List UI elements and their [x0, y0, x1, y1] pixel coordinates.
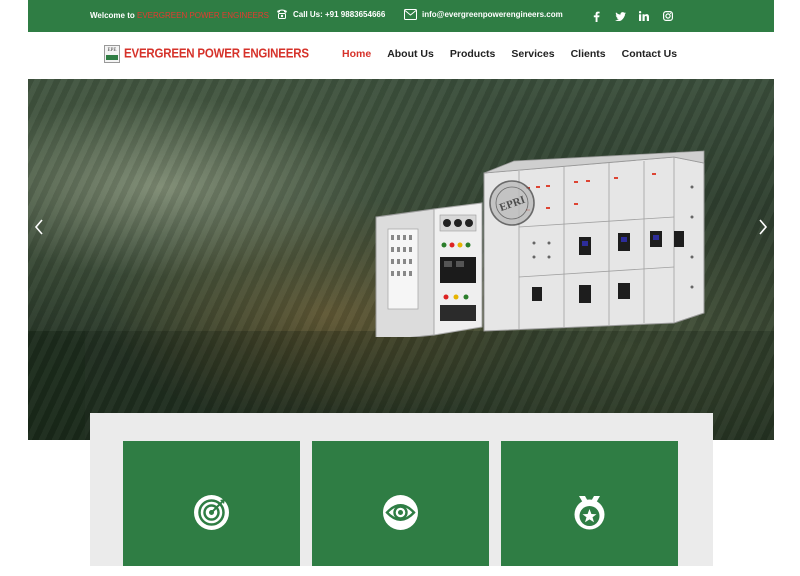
values-label: VALUES — [571, 566, 608, 576]
slider-prev-button[interactable] — [34, 219, 44, 240]
vision-card[interactable]: VISION — [312, 441, 489, 576]
features-section: MISSION VISION VALUES — [90, 413, 713, 576]
email-text: info@evergreenpowerengineers.com — [422, 10, 563, 19]
logo-text: EVERGREEN POWER ENGINEERS — [124, 47, 309, 61]
linkedin-icon[interactable] — [638, 10, 650, 22]
nav-item-services[interactable]: Services — [511, 48, 554, 60]
twitter-icon[interactable] — [614, 10, 626, 22]
call-text: Call Us: +91 9883654666 — [293, 9, 386, 19]
mission-label: MISSION — [192, 566, 231, 576]
nav-item-products[interactable]: Products — [450, 48, 496, 60]
slider-next-button[interactable] — [758, 219, 768, 240]
email-info[interactable]: info@evergreenpowerengineers.com — [404, 9, 563, 20]
top-bar: Welcome to EVERGREEN POWER ENGINEERS Cal… — [28, 0, 774, 32]
primary-menu: Home About Us Products Services Clients … — [342, 48, 693, 60]
facebook-icon[interactable] — [590, 10, 602, 22]
target-icon — [194, 495, 229, 530]
vision-label: VISION — [385, 566, 416, 576]
nav-item-clients[interactable]: Clients — [571, 48, 606, 60]
nav-item-contact-us[interactable]: Contact Us — [622, 48, 677, 60]
main-navbar: EPE EVERGREEN POWER ENGINEERS Home About… — [28, 32, 774, 79]
medal-star-icon — [574, 496, 605, 530]
social-links — [590, 10, 674, 22]
logo-mark: EPE — [104, 45, 120, 63]
call-info[interactable]: Call Us: +91 9883654666 — [276, 9, 385, 19]
email-icon — [404, 9, 417, 20]
certification-stamp: EPRI — [489, 180, 535, 226]
eye-icon — [383, 495, 418, 530]
site-logo[interactable]: EPE EVERGREEN POWER ENGINEERS — [104, 45, 309, 63]
electrical-panel-image: EPRI — [375, 150, 705, 337]
nav-item-about-us[interactable]: About Us — [387, 48, 434, 60]
values-card[interactable]: VALUES — [501, 441, 678, 576]
phone-icon — [277, 9, 287, 19]
hero-slider: EPRI — [28, 79, 774, 440]
mission-card[interactable]: MISSION — [123, 441, 300, 576]
welcome-brand: EVERGREEN POWER ENGINEERS — [136, 11, 270, 20]
logo-mark-text: EPE — [107, 48, 117, 53]
chevron-right-icon — [759, 219, 768, 235]
welcome-text: Welcome to EVERGREEN POWER ENGINEERS — [90, 11, 269, 20]
instagram-icon[interactable] — [662, 10, 674, 22]
welcome-prefix: Welcome to — [90, 11, 135, 20]
nav-item-home[interactable]: Home — [342, 48, 371, 60]
chevron-left-icon — [34, 219, 43, 235]
